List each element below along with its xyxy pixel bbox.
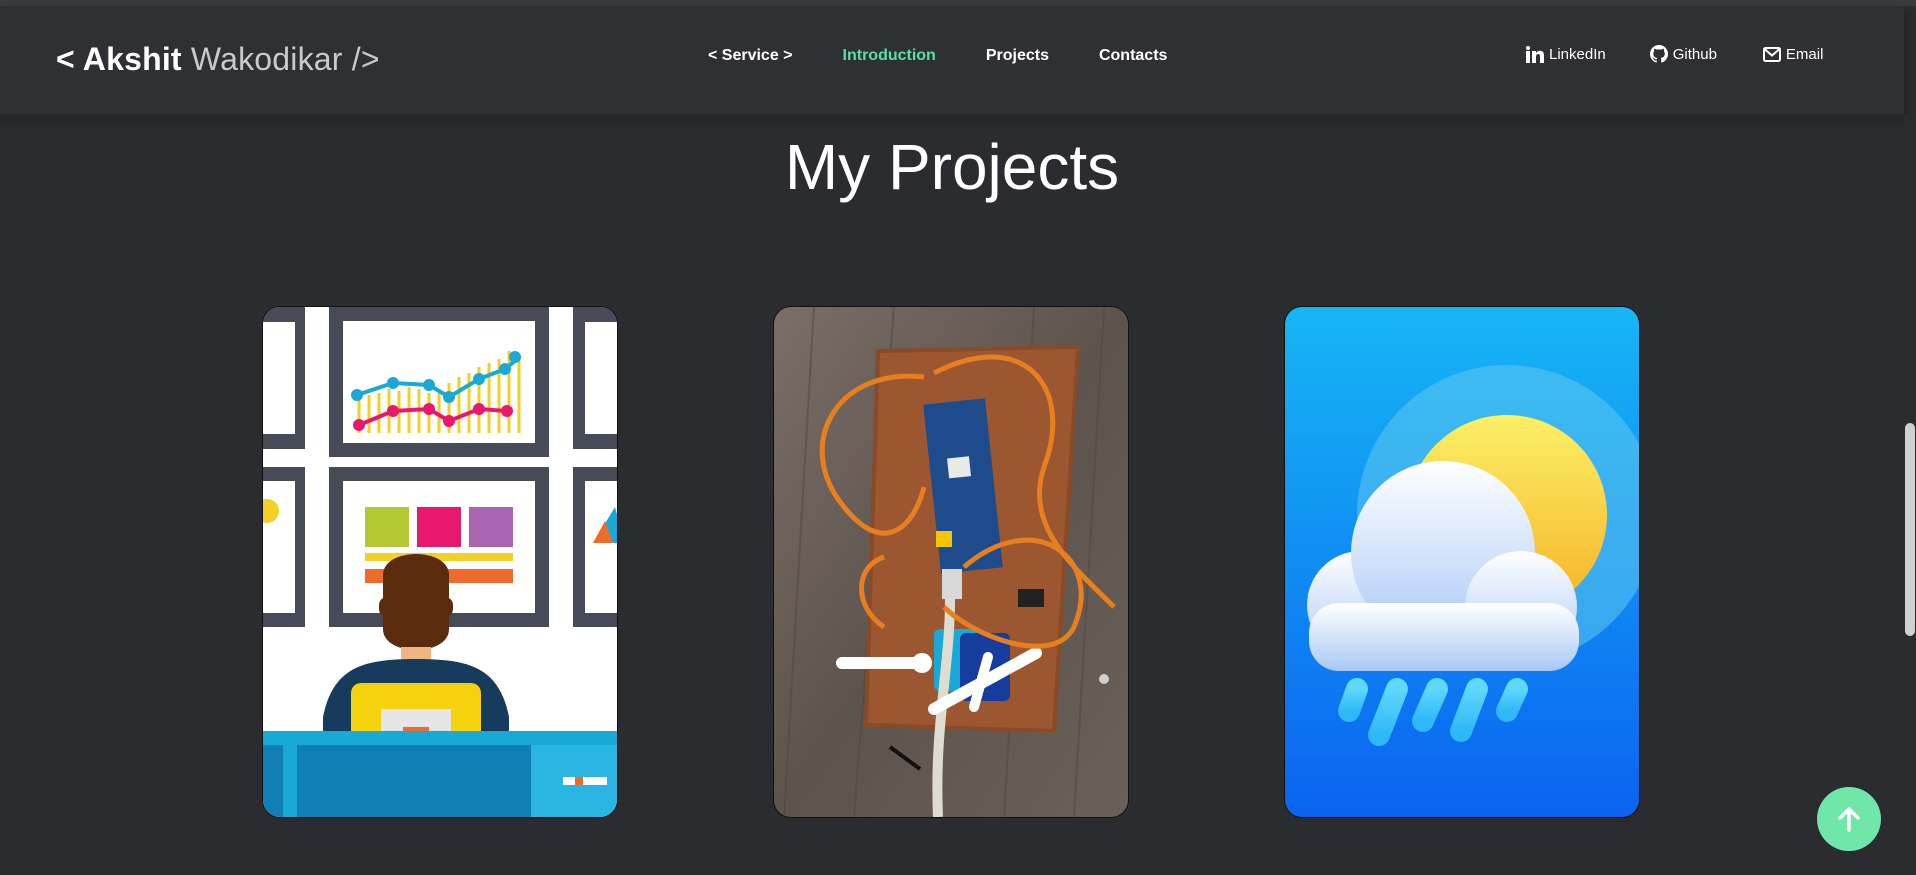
nav-item-contacts[interactable]: Contacts [1099,47,1167,65]
scroll-to-top-button[interactable] [1817,787,1881,851]
project-card-1[interactable] [262,306,618,818]
project-image-microcontroller-board [774,307,1128,817]
site-logo[interactable]: < Akshit Wakodikar /> [56,41,380,78]
linkedin-label: LinkedIn [1549,45,1606,63]
mail-icon [1762,46,1781,62]
logo-first-name: < Akshit [56,41,182,77]
project-image-dashboard [263,307,617,817]
github-icon [1649,45,1668,63]
email-link[interactable]: Email [1762,45,1824,63]
main-nav: < Service > Introduction Projects Contac… [708,47,1167,65]
arrow-up-icon [1838,807,1860,832]
project-card-3[interactable] [1284,306,1640,818]
nav-item-introduction[interactable]: Introduction [843,47,936,65]
navbar-shadow [0,114,1904,126]
github-label: Github [1672,45,1717,63]
linkedin-link[interactable]: LinkedIn [1526,45,1606,63]
logo-last-name: Wakodikar /> [181,41,380,77]
scrollbar-thumb[interactable] [1905,423,1915,636]
project-image-weather [1285,307,1639,817]
project-card-2[interactable] [773,306,1129,818]
navbar: < Akshit Wakodikar /> < Service > Introd… [0,6,1904,114]
page-title: My Projects [784,131,1120,203]
github-link[interactable]: Github [1649,45,1717,63]
email-label: Email [1785,45,1824,63]
nav-item-service[interactable]: < Service > [708,47,793,65]
nav-item-projects[interactable]: Projects [986,47,1049,65]
social-links: LinkedIn Github Email [1526,45,1823,63]
linkedin-icon [1526,45,1544,63]
